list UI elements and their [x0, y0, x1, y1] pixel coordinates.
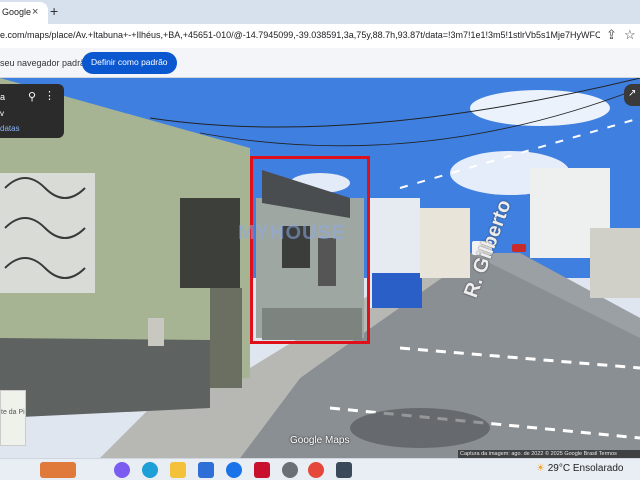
edge-icon[interactable] — [142, 462, 158, 478]
street-view-info-panel[interactable]: a ⚲ ⋮ v datas — [0, 84, 64, 138]
share-icon[interactable]: ⇪ — [606, 27, 617, 43]
street-view-viewer[interactable]: R. Gilberto MYHOUSE a ⚲ ⋮ v datas ↗ te d… — [0, 78, 640, 458]
watermark-logo: MYHOUSE — [238, 222, 347, 244]
share-button[interactable]: ↗ — [624, 84, 640, 106]
tab-title: Google — [2, 7, 32, 17]
set-default-button[interactable]: Definir como padrão — [82, 52, 177, 74]
temperature: 29°C — [547, 463, 571, 474]
chrome-icon[interactable] — [308, 462, 324, 478]
panel-title: a — [0, 92, 6, 102]
bookmark-star-icon[interactable]: ☆ — [624, 27, 636, 43]
share-arrow-icon: ↗ — [628, 88, 637, 99]
mcafee-icon[interactable] — [254, 462, 270, 478]
widgets-icon[interactable] — [40, 462, 76, 478]
taskbar: ☀ 29°C Ensolarado — [0, 458, 640, 480]
url-text[interactable]: e.com/maps/place/Av.+Itabuna+-+Ilhéus,+B… — [0, 30, 600, 40]
sun-icon: ☀ — [536, 463, 545, 474]
infobar-message: seu navegador padrão — [0, 58, 91, 68]
location-pin-icon[interactable]: ⚲ — [28, 90, 36, 103]
tab-close-icon[interactable]: × — [32, 6, 38, 18]
panel-subtitle: v — [0, 109, 4, 118]
outlook-icon[interactable] — [226, 462, 242, 478]
calculator-icon[interactable] — [336, 462, 352, 478]
copilot-icon[interactable] — [114, 462, 130, 478]
weather-condition: Ensolarado — [572, 463, 624, 474]
image-capture-info[interactable]: Captura da imagem: ago. de 2022 © 2025 G… — [458, 450, 640, 458]
browser-tab-bar: Google × + — [0, 0, 640, 24]
minimap-label: te da Pi — [1, 409, 25, 416]
see-more-dates-link[interactable]: datas — [0, 124, 20, 133]
weather-widget[interactable]: ☀ 29°C Ensolarado — [536, 463, 623, 474]
highlight-box — [250, 156, 370, 344]
default-browser-infobar: seu navegador padrão Definir como padrão — [0, 48, 640, 78]
address-bar[interactable]: e.com/maps/place/Av.+Itabuna+-+Ilhéus,+B… — [0, 24, 640, 48]
google-maps-logo: Google Maps — [290, 435, 350, 446]
browser-tab[interactable]: Google × — [0, 2, 48, 24]
settings-gear-icon[interactable] — [282, 462, 298, 478]
store-icon[interactable] — [198, 462, 214, 478]
minimap[interactable]: te da Pi — [0, 390, 26, 446]
new-tab-button[interactable]: + — [50, 3, 58, 19]
more-options-icon[interactable]: ⋮ — [44, 89, 55, 102]
file-explorer-icon[interactable] — [170, 462, 186, 478]
